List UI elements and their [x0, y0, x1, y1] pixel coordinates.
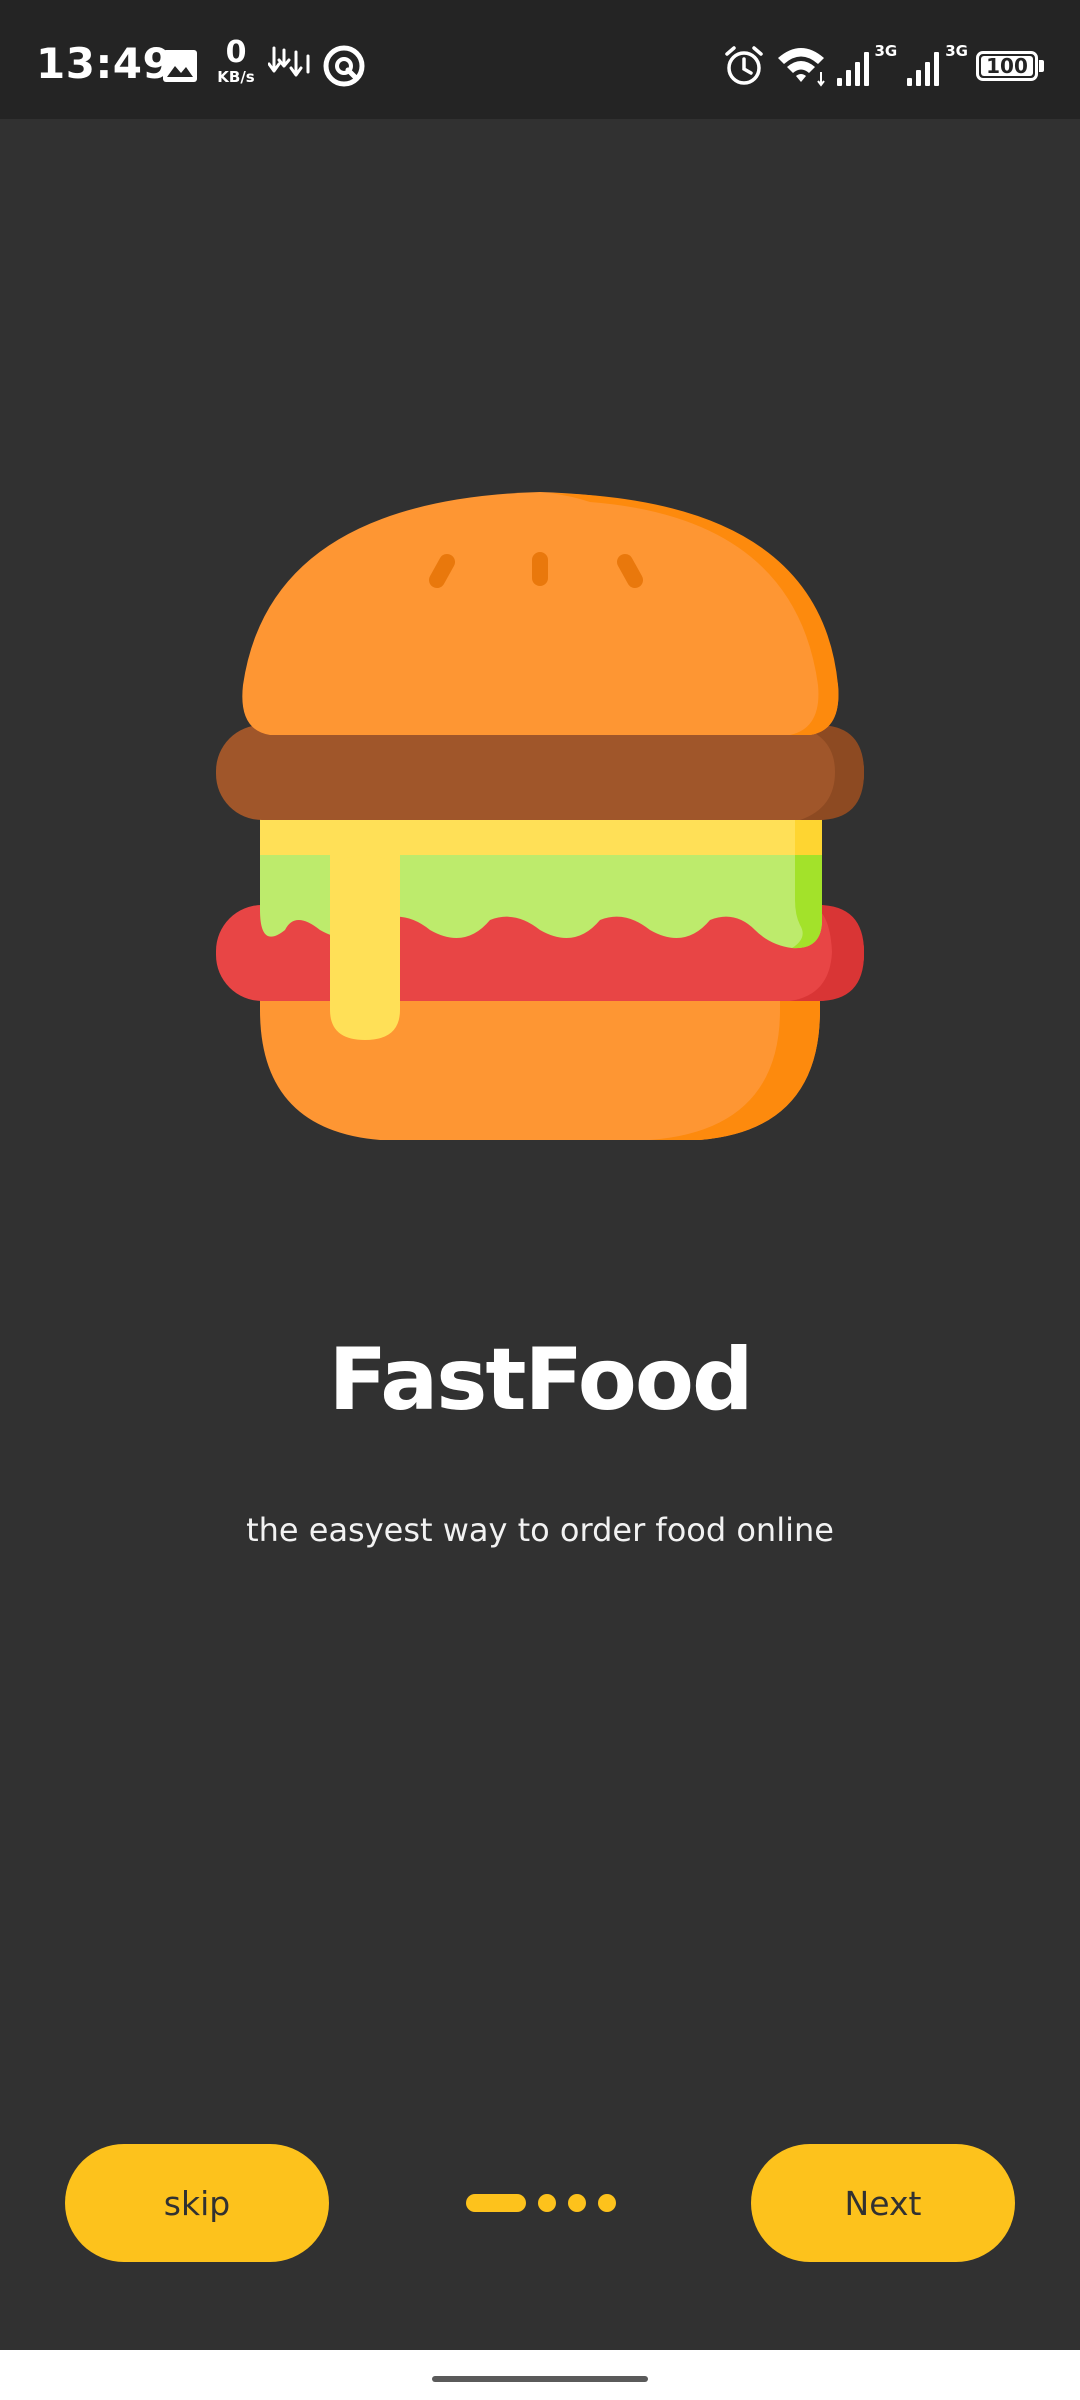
app-notification-icon: [323, 45, 365, 87]
signal2-type: 3G: [945, 42, 968, 60]
status-time: 13:49: [36, 39, 173, 88]
navigation-bar: [0, 2350, 1080, 2400]
battery-icon: 100: [976, 51, 1044, 81]
battery-indicator: 100: [976, 51, 1038, 81]
signal-icon: [836, 52, 869, 86]
image-icon: [163, 50, 197, 82]
page-dot: [598, 2194, 616, 2212]
skip-button[interactable]: skip: [65, 2144, 329, 2262]
burger-icon: [216, 492, 864, 1140]
onboarding-screen: 13:49 0 KB/s 3G 3G 100 FastFood the easy…: [0, 0, 1080, 2400]
net-speed-value: 0: [225, 35, 247, 70]
wifi-icon: [777, 48, 825, 87]
status-left-icons: [160, 38, 200, 94]
page-indicator: [466, 2194, 616, 2212]
app-subtitle: the easyest way to order food online: [246, 1511, 834, 1549]
status-bar: 13:49 0 KB/s 3G 3G 100: [0, 0, 1080, 119]
page-dot-active: [466, 2194, 526, 2212]
app-title: FastFood: [328, 1330, 753, 1430]
battery-level: 100: [986, 54, 1028, 78]
status-right-icons: 3G 3G 100: [721, 38, 1044, 94]
home-indicator[interactable]: [432, 2376, 648, 2382]
net-speed-unit: KB/s: [217, 68, 255, 86]
data-transfer-icon: [268, 46, 310, 77]
signal1-type: 3G: [874, 42, 898, 60]
next-button[interactable]: Next: [751, 2144, 1015, 2262]
page-dot: [568, 2194, 586, 2212]
page-dot: [538, 2194, 556, 2212]
alarm-icon: [724, 46, 763, 85]
net-speed: 0 KB/s: [212, 35, 260, 87]
signal-icon: [907, 52, 940, 86]
